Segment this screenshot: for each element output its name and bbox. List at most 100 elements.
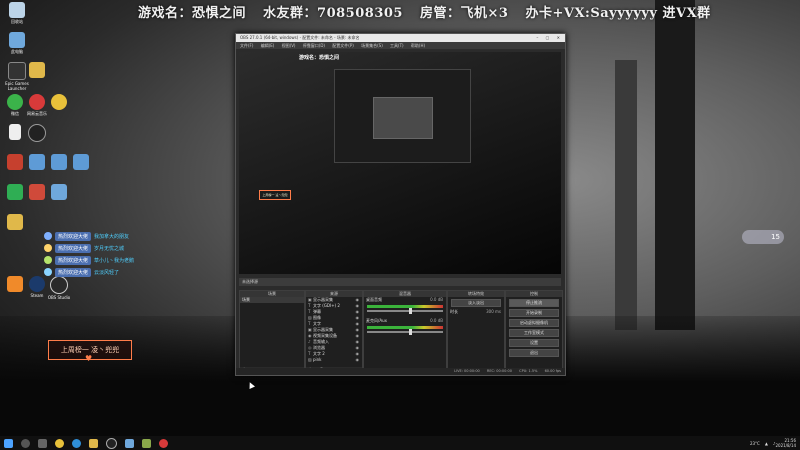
menu-edit[interactable]: 编辑(E) bbox=[261, 43, 275, 48]
menu-file[interactable]: 文件(F) bbox=[240, 43, 253, 48]
volume-slider[interactable] bbox=[367, 308, 443, 314]
music-icon[interactable] bbox=[159, 438, 168, 448]
chat-row: 热烈欢迎大佬 我加拿大的朋友 bbox=[44, 230, 164, 242]
desktop-icon-chrome[interactable] bbox=[44, 94, 74, 122]
menu-scene-collection[interactable]: 场景集合(S) bbox=[361, 43, 383, 48]
slider-handle[interactable] bbox=[408, 329, 412, 335]
image-file-icon bbox=[73, 154, 89, 170]
image-file-icon bbox=[29, 154, 45, 170]
chat-user: 云淡风轻了 bbox=[94, 269, 120, 276]
search-icon[interactable] bbox=[21, 438, 30, 448]
image-app-icon[interactable] bbox=[125, 438, 134, 448]
obs-status-bar: LIVE: 00:00:00 REC: 00:00:00 CPU: 1.5% 6… bbox=[236, 368, 565, 375]
taskbar: 23°C ▲ ♪ 21:56 2021/8/14 bbox=[0, 436, 800, 450]
obs-title-bar[interactable]: OBS 27.0.1 (64-bit, windows) - 配置文件: 未命名… bbox=[236, 34, 565, 42]
duration-label: 时长 bbox=[450, 309, 458, 314]
wps-icon bbox=[29, 184, 45, 200]
slider-handle[interactable] bbox=[408, 308, 412, 314]
recycle-bin-icon bbox=[9, 2, 25, 18]
banner-fan-group: 水友群：708508305 bbox=[263, 6, 403, 21]
stream-banner: 游戏名：恐惧之间 水友群：708508305 房管：飞机×3 办卡+VX:Say… bbox=[138, 2, 710, 22]
studio-mode-button[interactable]: 工作室模式 bbox=[509, 329, 559, 337]
wechat-icon bbox=[7, 94, 23, 110]
obs-icon bbox=[28, 124, 46, 142]
browser-icon[interactable] bbox=[55, 438, 64, 448]
scene-item[interactable]: 场景 bbox=[240, 297, 304, 303]
avatar bbox=[44, 268, 52, 276]
stop-streaming-button[interactable]: 停止推流 bbox=[509, 299, 559, 307]
desktop-icon-folder-2[interactable] bbox=[0, 214, 30, 242]
chat-user: 我加拿大的朋友 bbox=[94, 233, 130, 240]
windows-start-icon[interactable] bbox=[4, 438, 13, 448]
eye-icon[interactable]: ◉ bbox=[356, 357, 363, 363]
obs-menu-bar: 文件(F) 编辑(E) 视图(V) 停靠窗口(D) 配置文件(P) 场景集合(S… bbox=[236, 42, 565, 49]
desktop-icon-computer[interactable]: 此电脑 bbox=[2, 32, 32, 60]
chat-tag: 热烈欢迎大佬 bbox=[55, 243, 92, 253]
audio-meter bbox=[367, 305, 443, 308]
app-icon bbox=[7, 276, 23, 292]
chat-tag: 热烈欢迎大佬 bbox=[55, 231, 92, 241]
sources-panel: 来源 ▣ 显示器采集 ◉ T 文字 (GDI+) 2 ◉ T 弹幕 ◉ ▨ 图像 ◉ T 文字 ◉ … bbox=[305, 290, 363, 375]
volume-slider[interactable] bbox=[367, 329, 443, 335]
chat-user: 岁月无忧之城 bbox=[94, 245, 125, 252]
start-recording-button[interactable]: 开始录制 bbox=[509, 309, 559, 317]
status-live: LIVE: 00:00:00 bbox=[454, 369, 480, 373]
obs-icon bbox=[50, 276, 68, 294]
desktop-icon-obs-small[interactable] bbox=[22, 124, 52, 152]
file-explorer-icon[interactable] bbox=[89, 438, 98, 448]
settings-button[interactable]: 设置 bbox=[509, 339, 559, 347]
transitions-panel: 转场特效 淡入淡出 时长 300 ms bbox=[447, 290, 505, 375]
image-file-icon bbox=[51, 154, 67, 170]
mixer-panel: 混音器 桌面音频 0.0 dB 麦克风/Aux 0.0 dB bbox=[363, 290, 447, 375]
preview-nested-capture-2 bbox=[373, 97, 433, 139]
mixer-channel-label: 麦克风/Aux 0.0 dB bbox=[366, 318, 443, 323]
status-rec: REC: 00:00:00 bbox=[486, 369, 513, 373]
network-icon[interactable]: ▲ bbox=[765, 441, 768, 446]
play-store-icon bbox=[7, 184, 23, 200]
desktop-icon-recycle-bin[interactable]: 回收站 bbox=[2, 2, 32, 30]
weather-text: 23°C bbox=[749, 440, 760, 446]
chrome-icon bbox=[51, 94, 67, 110]
scenes-panel: 场景 场景 + − ∧ ∨ bbox=[239, 290, 305, 375]
obs-taskbar-icon[interactable] bbox=[106, 437, 117, 449]
folder-icon bbox=[29, 62, 45, 78]
obs-title-text: OBS 27.0.1 (64-bit, windows) - 配置文件: 未命名… bbox=[240, 35, 360, 40]
viewer-bubble: 15 bbox=[742, 230, 784, 244]
obs-docks: 未选择源 场景 场景 + − ∧ ∨ 来源 ▣显示器采集◉ T文字 (GDI+)… bbox=[239, 278, 563, 375]
obs-window[interactable]: OBS 27.0.1 (64-bit, windows) - 配置文件: 未命名… bbox=[235, 33, 566, 376]
desktop-icon-doc-2[interactable] bbox=[44, 184, 74, 212]
transition-select[interactable]: 淡入淡出 bbox=[451, 299, 501, 307]
tree-silhouette bbox=[655, 0, 695, 330]
chat-row: 热烈欢迎大佬 岁月无忧之城 bbox=[44, 242, 164, 254]
preview-gift-box: 上周榜一 凌丶兜兜 bbox=[259, 190, 291, 200]
desktop-icon-image-3[interactable] bbox=[66, 154, 96, 182]
obs-preview[interactable]: 游戏名：恐惧之间 上周榜一 凌丶兜兜 bbox=[239, 52, 561, 274]
game-icon[interactable] bbox=[142, 438, 151, 448]
computer-icon bbox=[9, 32, 25, 48]
source-item[interactable]: ▨ pink ◉ bbox=[306, 357, 362, 363]
menu-tools[interactable]: 工具(T) bbox=[390, 43, 404, 48]
avatar bbox=[44, 232, 52, 240]
task-view-icon[interactable] bbox=[38, 438, 47, 448]
desktop: 游戏名：恐惧之间 水友群：708508305 房管：飞机×3 办卡+VX:Say… bbox=[0, 0, 800, 436]
duration-input[interactable]: 300 ms bbox=[486, 309, 504, 315]
menu-view[interactable]: 视图(V) bbox=[282, 43, 296, 48]
edge-icon[interactable] bbox=[72, 438, 81, 448]
window-controls[interactable]: – ▢ ✕ bbox=[536, 34, 563, 42]
chat-row: 热烈欢迎大佬 草小儿丶我为老鹅 bbox=[44, 254, 164, 266]
menu-help[interactable]: 帮助(H) bbox=[411, 43, 425, 48]
menu-docks[interactable]: 停靠窗口(D) bbox=[303, 43, 325, 48]
folder-icon bbox=[7, 214, 23, 230]
menu-profile[interactable]: 配置文件(P) bbox=[332, 43, 354, 48]
banner-game: 游戏名：恐惧之间 bbox=[138, 6, 247, 21]
chat-row: 热烈欢迎大佬 云淡风轻了 bbox=[44, 266, 164, 278]
system-tray: 23°C ▲ ♪ 21:56 2021/8/14 bbox=[745, 436, 796, 450]
virtual-camera-button[interactable]: 启动虚拟摄像机 bbox=[509, 319, 559, 327]
exit-button[interactable]: 退出 bbox=[509, 349, 559, 357]
desktop-icon-folder[interactable] bbox=[22, 62, 52, 90]
mixer-channel-label: 桌面音频 0.0 dB bbox=[366, 297, 443, 302]
clock[interactable]: 21:56 2021/8/14 bbox=[775, 438, 796, 448]
preview-nested-capture bbox=[334, 69, 471, 163]
duration-row: 时长 300 ms bbox=[448, 309, 504, 315]
desktop-icon-obs-studio[interactable]: OBS Studio bbox=[44, 276, 74, 304]
